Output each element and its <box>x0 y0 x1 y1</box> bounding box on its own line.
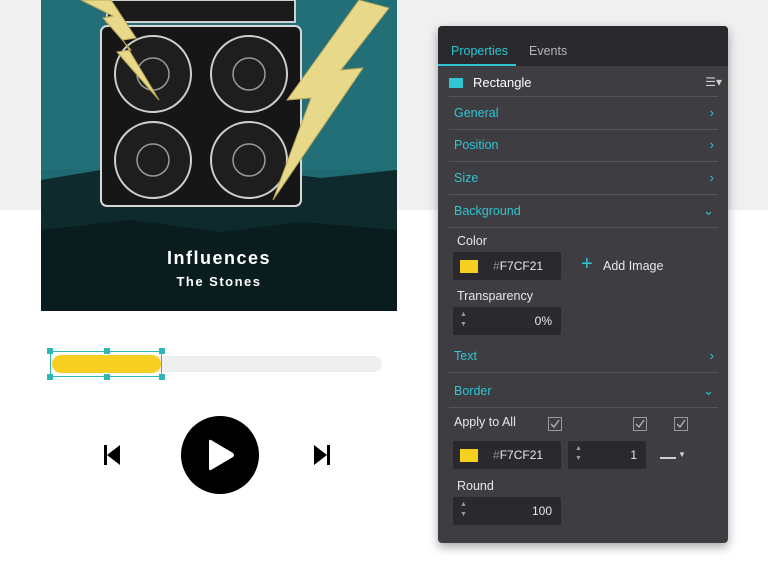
resize-handle-bottom-right[interactable] <box>159 374 165 380</box>
background-color-value: #F7CF21 <box>493 259 544 273</box>
border-checkbox-left[interactable] <box>548 417 562 431</box>
transparency-label: Transparency <box>457 289 533 303</box>
chevron-right-icon: › <box>709 170 714 185</box>
checkmark-icon <box>550 419 560 429</box>
skip-next-icon <box>314 445 330 465</box>
chevron-down-icon: ⌄ <box>703 203 714 218</box>
section-border[interactable]: Border ⌄ <box>449 375 718 408</box>
apply-to-all-label: Apply to All <box>454 415 516 429</box>
border-checkbox-middle[interactable] <box>633 417 647 431</box>
object-name: Rectangle <box>473 75 532 90</box>
transparency-value: 0% <box>534 314 552 328</box>
chevron-right-icon: › <box>709 348 714 363</box>
resize-handle-bottom[interactable] <box>104 374 110 380</box>
properties-panel: Properties Events Rectangle ☰▾ General ›… <box>438 26 728 543</box>
stepper-arrows-icon[interactable]: ▲ ▼ <box>460 310 470 330</box>
border-checkbox-right[interactable] <box>674 417 688 431</box>
play-button[interactable] <box>181 416 259 494</box>
section-background-label: Background <box>454 204 521 218</box>
stepper-arrows-icon[interactable]: ▲ ▼ <box>460 500 470 520</box>
previous-track-button[interactable] <box>102 444 122 466</box>
chevron-right-icon: › <box>709 137 714 152</box>
section-position[interactable]: Position › <box>449 129 718 162</box>
line-style-icon <box>660 457 676 459</box>
section-general-label: General <box>454 106 499 120</box>
color-swatch[interactable] <box>460 260 478 273</box>
round-label: Round <box>457 479 494 493</box>
line-style-dropdown[interactable]: ▼ <box>660 448 686 462</box>
album-art: Influences The Stones <box>41 0 397 311</box>
section-general[interactable]: General › <box>449 96 718 130</box>
border-color-field[interactable]: #F7CF21 <box>453 441 561 469</box>
section-background[interactable]: Background ⌄ <box>449 195 718 228</box>
round-stepper[interactable]: ▲ ▼ 100 <box>453 497 561 525</box>
section-text[interactable]: Text › <box>449 340 718 373</box>
section-size-label: Size <box>454 171 479 185</box>
selected-object-row: Rectangle ☰▾ <box>438 66 728 96</box>
menu-icon[interactable]: ☰▾ <box>705 75 722 89</box>
resize-handle-bottom-left[interactable] <box>47 374 53 380</box>
section-border-label: Border <box>454 384 492 398</box>
checkmark-icon <box>635 419 645 429</box>
border-width-value: 1 <box>630 448 637 462</box>
checkmark-icon <box>676 419 686 429</box>
resize-handle-top-right[interactable] <box>159 348 165 354</box>
transparency-stepper[interactable]: ▲ ▼ 0% <box>453 307 561 335</box>
chevron-down-icon: ⌄ <box>703 383 714 398</box>
rectangle-icon <box>449 78 463 88</box>
panel-tabs: Properties Events <box>438 26 728 66</box>
tab-properties[interactable]: Properties <box>451 44 508 58</box>
tab-events[interactable]: Events <box>529 44 567 58</box>
play-icon <box>209 439 234 471</box>
resize-handle-top-left[interactable] <box>47 348 53 354</box>
chevron-right-icon: › <box>709 105 714 120</box>
stepper-arrows-icon[interactable]: ▲ ▼ <box>575 444 585 464</box>
section-text-label: Text <box>454 349 477 363</box>
resize-handle-top[interactable] <box>104 348 110 354</box>
section-size[interactable]: Size › <box>449 162 718 195</box>
color-label: Color <box>457 234 487 248</box>
section-position-label: Position <box>454 138 499 152</box>
border-color-value: #F7CF21 <box>493 448 544 462</box>
album-artist: The Stones <box>176 274 262 289</box>
add-image-label: Add Image <box>603 259 664 273</box>
background-color-field[interactable]: #F7CF21 <box>453 252 561 280</box>
round-value: 100 <box>531 504 552 518</box>
next-track-button[interactable] <box>312 444 332 466</box>
color-swatch[interactable] <box>460 449 478 462</box>
plus-icon: + <box>581 253 593 275</box>
border-width-stepper[interactable]: ▲ ▼ 1 <box>568 441 646 469</box>
album-title: Influences <box>166 248 272 268</box>
dropdown-arrow-icon: ▼ <box>678 450 686 459</box>
skip-previous-icon <box>104 445 120 465</box>
